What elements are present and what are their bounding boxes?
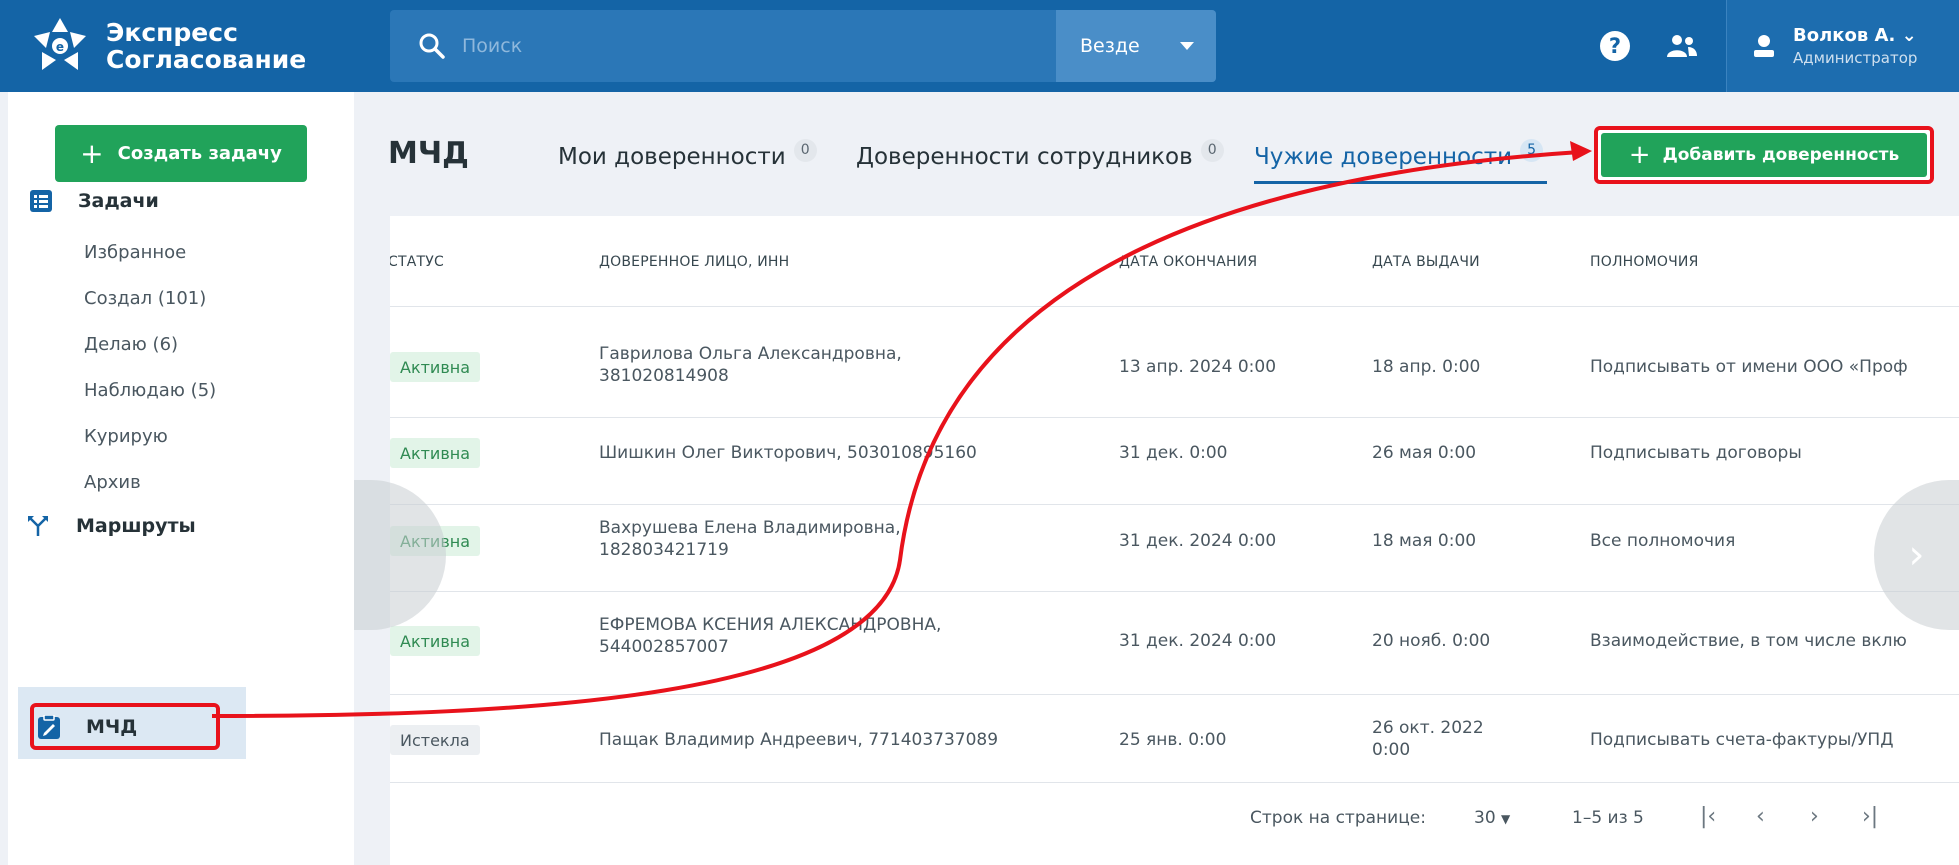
issue-date-cell: 26 мая 0:00 — [1372, 443, 1477, 463]
user-menu[interactable]: Волков А. ⌄ Администратор — [1726, 0, 1959, 92]
sidebar-item-label: Маршруты — [76, 515, 196, 537]
search-icon[interactable] — [418, 32, 446, 60]
powers-cell: Взаимодействие, в том числе вклю — [1590, 631, 1907, 651]
sidebar-item-mchd[interactable]: МЧД — [30, 703, 220, 750]
header-divider — [390, 306, 1959, 307]
issue-date-cell: 26 окт. 2022 0:00 — [1372, 718, 1484, 760]
sidebar-item-label: Задачи — [78, 190, 159, 212]
row-divider — [390, 694, 1959, 695]
user-role: Администратор — [1793, 49, 1918, 67]
tab-count-badge: 0 — [1200, 139, 1224, 162]
search-scope-select[interactable]: Везде — [1056, 10, 1216, 82]
person-cell: Шишкин Олег Викторович, 503010895160 — [599, 443, 977, 463]
status-badge: Активна — [390, 626, 481, 656]
first-page-icon[interactable]: |‹ — [1700, 804, 1716, 829]
clipboard-icon — [38, 714, 60, 739]
column-header-person[interactable]: ДОВЕРЕННОЕ ЛИЦО, ИНН — [599, 254, 789, 270]
sidebar-item-routes[interactable]: Маршруты — [26, 514, 196, 538]
user-name: Волков А. — [1793, 25, 1896, 46]
person-cell: Гаврилова Ольга Александровна, 381020814… — [599, 344, 902, 386]
rows-per-page-label: Строк на странице: — [1250, 808, 1426, 828]
sidebar-item-created[interactable]: Создал (101) — [84, 288, 206, 309]
plus-icon: + — [1628, 140, 1651, 170]
status-badge: Активна — [390, 438, 481, 468]
top-bar: e Экспресс Согласование Везде ? — [0, 0, 1959, 92]
tab-employees-poa[interactable]: Доверенности сотрудников 0 — [856, 139, 1224, 170]
add-poa-label: Добавить доверенность — [1662, 145, 1900, 165]
active-tab-indicator — [1254, 181, 1547, 184]
brand-line-1: Экспресс — [106, 18, 238, 47]
svg-text:e: e — [56, 40, 64, 54]
chevron-right-icon: › — [1908, 532, 1925, 578]
rows-per-page-select[interactable]: 30 ▼ — [1474, 808, 1510, 828]
status-badge: Истекла — [390, 725, 480, 755]
sidebar-item-doing[interactable]: Делаю (6) — [84, 334, 178, 355]
caret-down-icon: ▼ — [1501, 812, 1511, 826]
row-divider — [390, 591, 1959, 592]
powers-cell: Подписывать счета-фактуры/УПД — [1590, 730, 1894, 750]
sidebar: + Создать задачу Задачи Избранное Создал… — [8, 92, 354, 865]
sidebar-item-favorites[interactable]: Избранное — [84, 242, 186, 263]
list-icon — [30, 190, 52, 212]
powers-cell: Подписывать от имени ООО «Проф — [1590, 357, 1908, 377]
person-cell: Пащак Владимир Андреевич, 771403737089 — [599, 730, 999, 750]
row-divider — [390, 417, 1959, 418]
page-title: МЧД — [388, 136, 469, 171]
column-header-end-date[interactable]: ДАТА ОКОНЧАНИЯ — [1119, 254, 1257, 270]
person-cell: Вахрушева Елена Владимировна, 1828034217… — [599, 518, 901, 560]
person-cell: ЕФРЕМОВА КСЕНИЯ АЛЕКСАНДРОВНА, 544002857… — [599, 615, 942, 657]
issue-date-cell: 18 мая 0:00 — [1372, 531, 1477, 551]
add-poa-button[interactable]: + Добавить доверенность — [1601, 133, 1927, 177]
sidebar-item-label: МЧД — [86, 715, 138, 738]
pagination-range: 1–5 из 5 — [1572, 808, 1644, 828]
caret-down-icon — [1180, 42, 1194, 50]
next-page-icon[interactable]: › — [1810, 804, 1819, 829]
search-scope-label: Везде — [1080, 35, 1140, 57]
sidebar-item-archive[interactable]: Архив — [84, 472, 141, 493]
sidebar-item-tasks[interactable]: Задачи — [30, 190, 159, 212]
status-badge: Активна — [390, 352, 481, 382]
brand-line-2: Согласование — [106, 45, 307, 74]
create-task-button[interactable]: + Создать задачу — [55, 125, 307, 182]
issue-date-cell: 18 апр. 0:00 — [1372, 357, 1481, 377]
end-date-cell: 31 дек. 2024 0:00 — [1119, 631, 1277, 651]
row-divider — [390, 504, 1959, 505]
end-date-cell: 13 апр. 2024 0:00 — [1119, 357, 1277, 377]
tab-others-poa[interactable]: Чужие доверенности 5 — [1254, 139, 1544, 170]
row-divider — [390, 782, 1959, 783]
main-content: МЧД Мои доверенности 0 Доверенности сотру… — [354, 92, 1959, 865]
powers-cell: Все полномочия — [1590, 531, 1736, 551]
search-bar: Везде — [390, 10, 1216, 82]
tab-my-poa[interactable]: Мои доверенности 0 — [558, 139, 817, 170]
logo-icon: e — [34, 18, 86, 70]
brand[interactable]: e Экспресс Согласование — [0, 0, 360, 92]
chevron-down-icon: ⌄ — [1901, 25, 1917, 46]
tab-count-badge: 5 — [1520, 139, 1544, 162]
plus-icon: + — [80, 136, 104, 170]
column-header-powers[interactable]: ПОЛНОМОЧИЯ — [1590, 254, 1699, 270]
route-icon — [28, 516, 48, 536]
end-date-cell: 31 дек. 0:00 — [1119, 443, 1228, 463]
create-task-label: Создать задачу — [117, 143, 282, 164]
column-header-status[interactable]: СТАТУС — [390, 254, 444, 270]
tab-count-badge: 0 — [793, 139, 817, 162]
last-page-icon[interactable]: ›| — [1862, 804, 1878, 829]
team-icon[interactable] — [1666, 33, 1698, 59]
end-date-cell: 25 янв. 0:00 — [1119, 730, 1227, 750]
column-header-issue-date[interactable]: ДАТА ВЫДАЧИ — [1372, 254, 1480, 270]
issue-date-cell: 20 нояб. 0:00 — [1372, 631, 1491, 651]
add-poa-highlight: + Добавить доверенность — [1594, 126, 1934, 184]
search-input[interactable] — [462, 26, 1056, 66]
powers-cell: Подписывать договоры — [1590, 443, 1802, 463]
end-date-cell: 31 дек. 2024 0:00 — [1119, 531, 1277, 551]
help-icon[interactable]: ? — [1600, 31, 1630, 61]
poa-table: СТАТУС ДОВЕРЕННОЕ ЛИЦО, ИНН ДАТА ОКОНЧАН… — [390, 216, 1959, 865]
sidebar-item-watching[interactable]: Наблюдаю (5) — [84, 380, 216, 401]
user-icon — [1754, 35, 1774, 57]
prev-page-icon[interactable]: ‹ — [1756, 804, 1765, 829]
sidebar-item-curating[interactable]: Курирую — [84, 426, 168, 447]
